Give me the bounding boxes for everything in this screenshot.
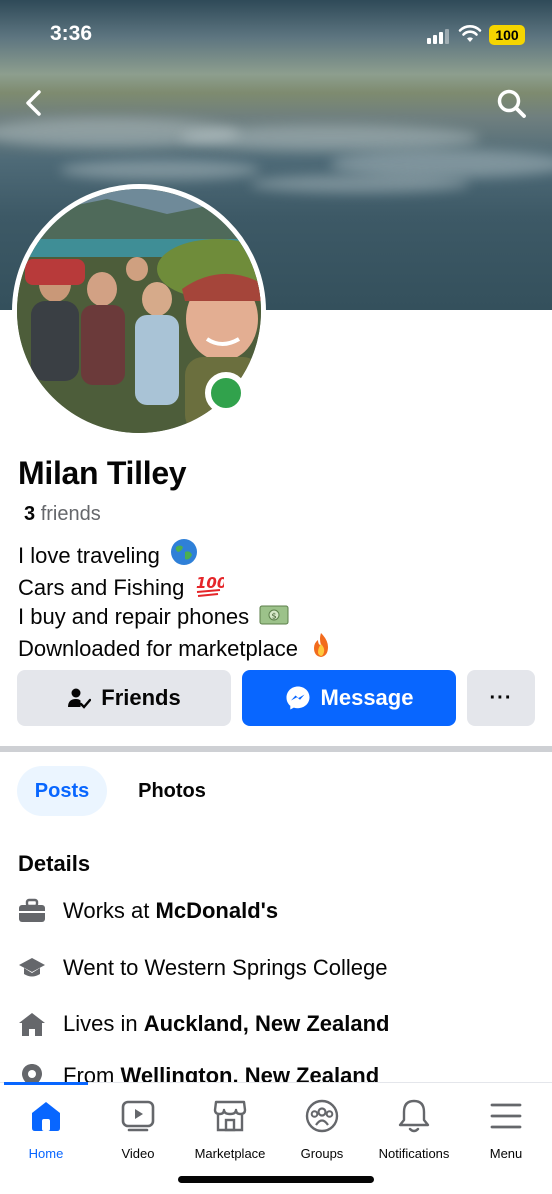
friends-button[interactable]: Friends [17,670,231,726]
globe-emoji-icon [170,539,197,565]
menu-icon [490,1103,522,1129]
more-dots-icon: ··· [489,686,513,709]
from-place: Wellington, New Zealand [120,1063,380,1082]
status-bar: 3:36 100 [0,0,552,70]
bio-line: Cars and Fishing 100 [18,570,334,602]
active-tab-indicator [4,1082,88,1085]
status-time: 3:36 [50,22,93,45]
nav-notifications[interactable]: Notifications [368,1097,460,1161]
message-button[interactable]: Message [242,670,456,726]
groups-icon [305,1099,339,1133]
home-indicator-bar[interactable] [178,1176,374,1183]
friends-count-number: 3 [24,503,36,525]
work-place: McDonald's [155,898,279,923]
friends-count-label: friends [40,503,101,525]
svg-text:$: $ [272,612,277,621]
wifi-icon [458,25,482,42]
marketplace-icon [213,1100,247,1132]
location-pin-icon [22,1064,42,1082]
detail-lives-in[interactable]: Lives in Auckland, New Zealand [0,1004,552,1044]
fire-emoji-icon [314,633,329,657]
nav-menu[interactable]: Menu [460,1097,552,1161]
tab-photos[interactable]: Photos [126,766,218,816]
friends-check-icon [68,688,92,709]
bio-line: Downloaded for marketplace [18,631,334,663]
bio-line: I buy and repair phones $ [18,602,334,631]
nav-notifications-label: Notifications [378,1146,450,1161]
money-emoji-icon: $ [259,605,289,625]
hundred-points-emoji-icon: 100 [196,574,224,597]
education-text: Went to Western Springs College [63,955,388,980]
back-button[interactable] [18,86,52,120]
detail-work[interactable]: Works at McDonald's [0,891,552,931]
profile-name: Milan Tilley [18,455,187,491]
nav-home-label: Home [28,1146,64,1161]
profile-bio: I love traveling Cars and Fishing 100 I … [18,538,334,663]
nav-video[interactable]: Video [92,1097,184,1161]
cellular-signal-icon [427,28,449,44]
more-options-button[interactable]: ··· [467,670,535,726]
nav-marketplace-label: Marketplace [194,1146,266,1161]
details-heading: Details [18,851,91,876]
nav-video-label: Video [121,1146,155,1161]
detail-from-clip: From Wellington, New Zealand [0,1060,552,1082]
nav-home[interactable]: Home [0,1097,92,1161]
messenger-icon [286,686,310,710]
lives-place: Auckland, New Zealand [143,1011,390,1036]
search-icon[interactable] [494,86,530,122]
video-icon [121,1100,155,1132]
section-divider [0,746,552,752]
bell-icon [398,1099,430,1133]
nav-groups[interactable]: Groups [276,1097,368,1161]
nav-groups-label: Groups [300,1146,344,1161]
nav-marketplace[interactable]: Marketplace [184,1097,276,1161]
friends-button-label: Friends [101,685,181,710]
tab-posts[interactable]: Posts [17,766,107,816]
graduation-cap-icon [19,958,45,977]
message-button-label: Message [320,685,414,710]
online-status-dot [205,372,247,414]
friends-count[interactable]: 3 friends [24,503,101,526]
detail-education[interactable]: Went to Western Springs College [0,948,552,988]
nav-menu-label: Menu [489,1146,523,1161]
home-location-icon [19,1013,45,1036]
detail-from[interactable]: From Wellington, New Zealand [0,1060,552,1082]
battery-indicator: 100 [489,25,525,45]
briefcase-icon [19,898,45,922]
bio-line: I love traveling [18,538,334,570]
home-icon [32,1102,60,1131]
